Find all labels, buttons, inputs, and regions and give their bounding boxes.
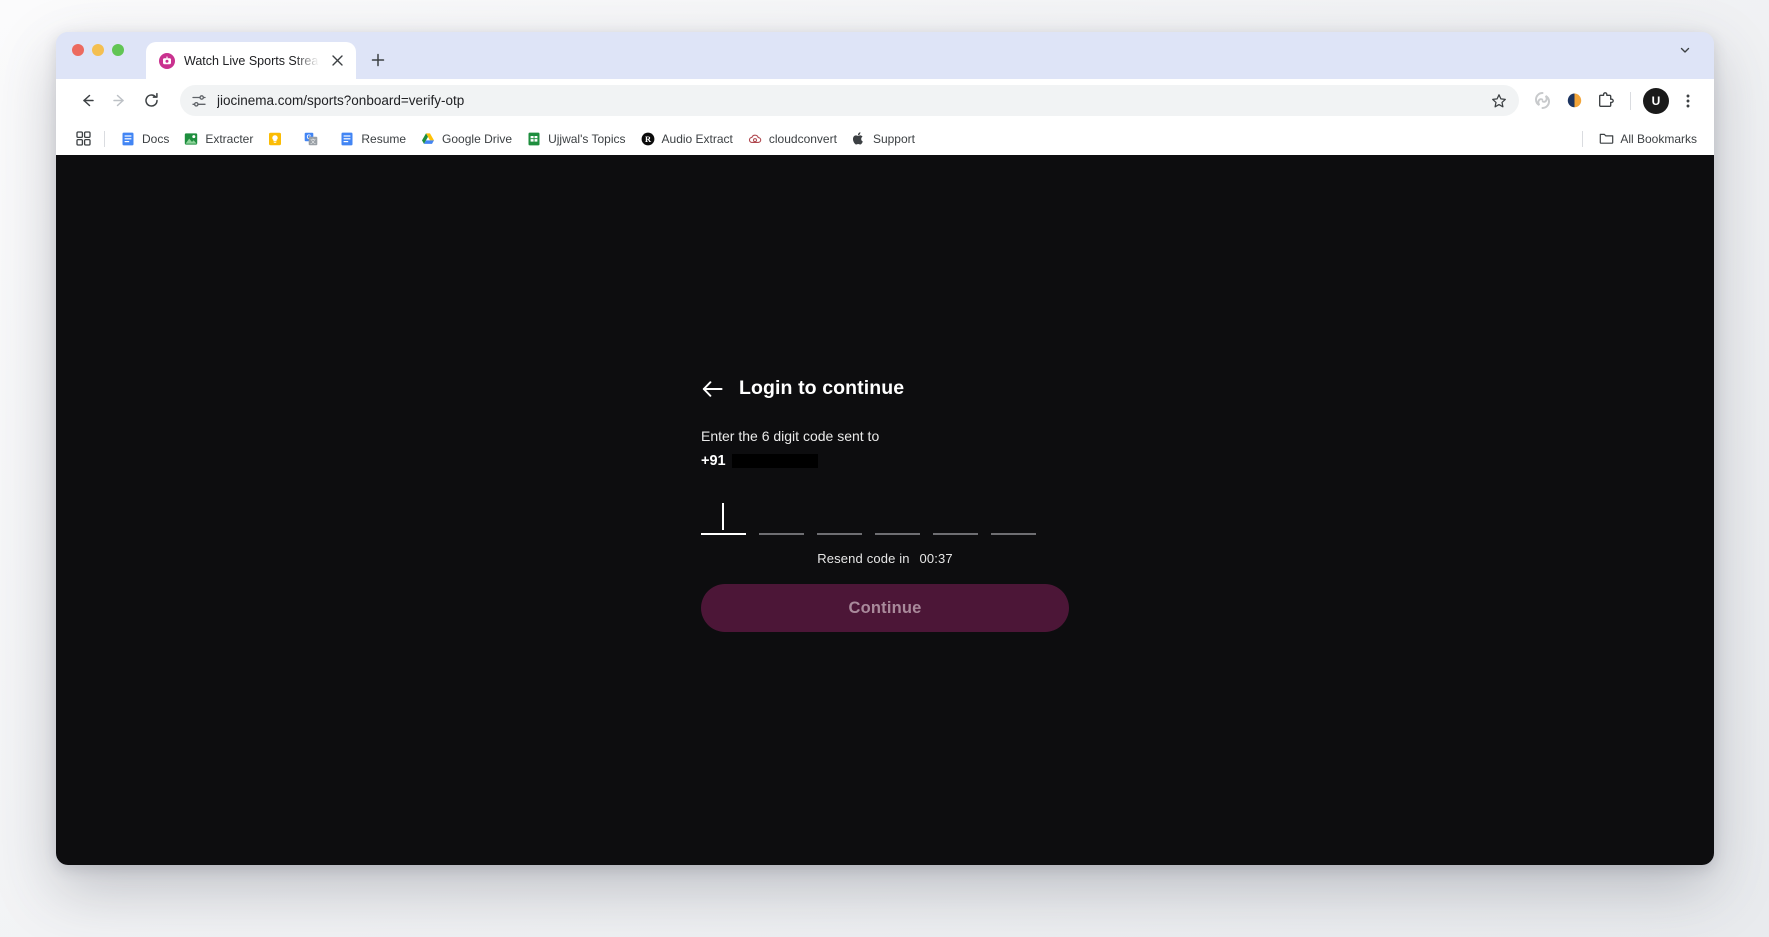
bookmark-google-keep[interactable]: [260, 128, 296, 150]
bookmark-resume[interactable]: Resume: [332, 128, 413, 150]
svg-text:R: R: [644, 135, 651, 144]
apple-icon: [851, 131, 867, 147]
cloudconvert-icon: [747, 131, 763, 147]
redacted-phone-number: [731, 454, 818, 468]
google-sheets-icon: [526, 131, 542, 147]
bookmark-extracter[interactable]: Extracter: [176, 128, 260, 150]
bookmark-label: Resume: [361, 131, 407, 146]
profile-avatar[interactable]: U: [1643, 87, 1669, 114]
text-caret: [722, 503, 724, 530]
url-text[interactable]: jiocinema.com/sports?onboard=verify-otp: [217, 93, 1478, 108]
bookmark-cloudconvert[interactable]: cloudconvert: [740, 128, 844, 150]
tab-title: Watch Live Sports Streaming: [184, 53, 319, 68]
google-docs-icon: [339, 131, 355, 147]
chrome-browser-window: Watch Live Sports Streaming: [56, 32, 1714, 865]
bookmark-label: Google Drive: [442, 131, 513, 146]
google-keep-icon: [267, 131, 283, 147]
bookmark-label: Extracter: [205, 131, 254, 146]
browser-tab[interactable]: Watch Live Sports Streaming: [146, 42, 356, 79]
jiocinema-favicon: [159, 52, 175, 69]
bookmarks-divider-right: [1582, 130, 1584, 147]
apps-grid-icon[interactable]: [70, 127, 96, 151]
bookmarks-divider: [104, 130, 105, 147]
resend-timer: 00:37: [919, 551, 953, 566]
minimize-window-button[interactable]: [92, 43, 104, 56]
otp-digit-1[interactable]: [701, 501, 746, 535]
bookmark-google-drive[interactable]: Google Drive: [413, 128, 519, 150]
otp-subtitle: Enter the 6 digit code sent to: [701, 428, 880, 444]
bookmark-ujjwals-topics[interactable]: Ujjwal's Topics: [519, 128, 632, 150]
google-drive-icon: [420, 131, 436, 147]
otp-input-group[interactable]: [701, 501, 1069, 535]
new-tab-button[interactable]: [364, 46, 392, 74]
svg-text:文: 文: [311, 137, 317, 145]
bookmark-audio-extract[interactable]: R Audio Extract: [633, 128, 740, 150]
window-controls: [72, 32, 124, 79]
google-docs-icon: [120, 131, 136, 147]
all-bookmarks-button[interactable]: All Bookmarks: [1591, 128, 1704, 150]
all-bookmarks-label: All Bookmarks: [1620, 131, 1697, 146]
reddit-icon: R: [640, 131, 656, 147]
otp-digit-5[interactable]: [933, 501, 978, 535]
bookmark-label: Ujjwal's Topics: [548, 131, 626, 146]
otp-verification-card: Login to continue Enter the 6 digit code…: [701, 377, 1069, 632]
bookmark-label: Docs: [142, 131, 170, 146]
desktop-background: Watch Live Sports Streaming: [0, 0, 1769, 937]
back-button[interactable]: [72, 86, 102, 116]
folder-icon: [1598, 131, 1614, 147]
bookmarks-bar: Docs Extracter 文 Resume Google Drive Ujj…: [56, 122, 1714, 155]
puzzle-extensions-icon[interactable]: [1591, 86, 1621, 116]
bookmark-docs[interactable]: Docs: [113, 128, 176, 150]
country-code: +91: [701, 453, 726, 469]
maximize-window-button[interactable]: [112, 43, 124, 56]
google-translate-icon: G 文: [303, 131, 319, 147]
browser-toolbar: jiocinema.com/sports?onboard=verify-otp: [56, 79, 1714, 122]
tab-strip-right-controls: [1672, 32, 1714, 79]
extracter-icon: [183, 131, 199, 147]
resend-label: Resend code in: [817, 551, 910, 566]
toolbar-divider: [1630, 91, 1631, 110]
close-window-button[interactable]: [72, 43, 84, 56]
bookmark-label: Support: [872, 131, 915, 146]
chevron-down-icon[interactable]: [1672, 37, 1698, 63]
page-title: Login to continue: [739, 377, 905, 399]
grammarly-extension-icon[interactable]: [1527, 86, 1557, 116]
resend-code-row: Resend code in 00:37: [701, 551, 1069, 566]
tab-strip: Watch Live Sports Streaming: [56, 32, 1714, 79]
arrow-left-icon[interactable]: [701, 378, 723, 400]
page-viewport: Login to continue Enter the 6 digit code…: [56, 155, 1714, 865]
otp-digit-2[interactable]: [759, 501, 804, 535]
address-bar[interactable]: jiocinema.com/sports?onboard=verify-otp: [180, 85, 1519, 116]
reload-button[interactable]: [136, 86, 166, 116]
phone-number-row: +91: [701, 453, 1069, 469]
bookmark-support[interactable]: Support: [844, 128, 922, 150]
card-header: Login to continue: [701, 377, 1069, 400]
profile-initial: U: [1651, 93, 1661, 108]
bookmark-google-translate[interactable]: G 文: [296, 128, 332, 150]
bookmark-label: cloudconvert: [768, 131, 837, 146]
honey-extension-icon[interactable]: [1559, 86, 1589, 116]
bookmarks-bar-right: All Bookmarks: [1574, 128, 1704, 150]
otp-digit-3[interactable]: [817, 501, 862, 535]
three-dot-menu-icon[interactable]: [1674, 86, 1702, 116]
continue-button[interactable]: Continue: [701, 584, 1069, 632]
otp-digit-4[interactable]: [875, 501, 920, 535]
tune-icon[interactable]: [190, 92, 208, 110]
forward-button[interactable]: [104, 86, 134, 116]
star-icon[interactable]: [1487, 89, 1511, 113]
otp-digit-6[interactable]: [991, 501, 1036, 535]
close-tab-button[interactable]: [328, 52, 346, 70]
bookmark-label: Audio Extract: [661, 131, 733, 146]
